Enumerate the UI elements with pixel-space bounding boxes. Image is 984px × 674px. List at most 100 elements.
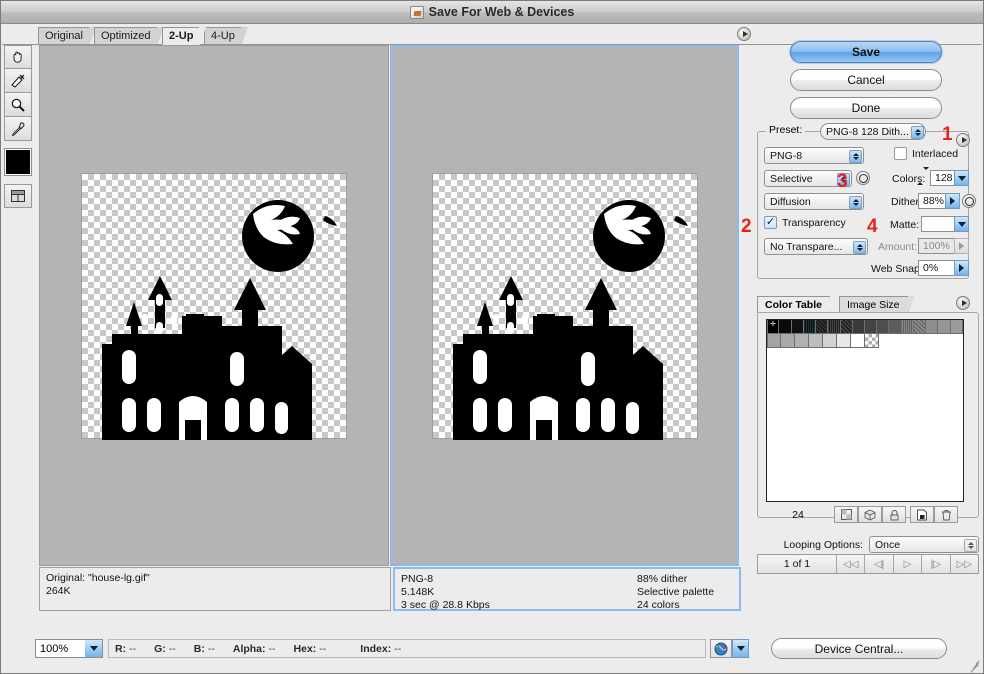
foreground-color-swatch[interactable] — [4, 148, 32, 176]
first-frame-button[interactable]: ◁◁ — [836, 555, 864, 573]
dither-field[interactable]: 88% — [918, 193, 946, 209]
color-swatch[interactable] — [913, 320, 927, 334]
color-swatch[interactable]: ✛ — [767, 320, 780, 334]
optimized-colors: 24 colors — [637, 599, 680, 611]
color-swatch[interactable] — [791, 320, 804, 334]
color-swatch[interactable] — [837, 334, 851, 348]
previous-frame-button[interactable]: ◁| — [864, 555, 892, 573]
color-swatch[interactable] — [779, 320, 792, 334]
preview-in-browser-button[interactable] — [710, 639, 732, 658]
readout-key-g: G: — [154, 642, 166, 655]
color-swatch[interactable] — [795, 334, 809, 348]
play-button[interactable]: ▷ — [892, 555, 921, 573]
dither-algorithm-dropdown[interactable]: Diffusion — [764, 193, 864, 210]
readout-key-hex: Hex: — [293, 642, 317, 655]
interlaced-checkbox-row[interactable]: Interlaced — [894, 147, 958, 160]
color-table-menu-button[interactable] — [956, 296, 970, 310]
color-swatch[interactable] — [877, 320, 890, 334]
file-format-stepper[interactable] — [849, 149, 862, 163]
color-swatch[interactable] — [901, 320, 914, 334]
looping-options-stepper[interactable] — [964, 538, 977, 552]
web-snap-slider-button[interactable] — [954, 260, 969, 276]
color-swatch[interactable] — [865, 320, 878, 334]
color-swatch[interactable] — [950, 320, 963, 334]
color-swatch[interactable] — [767, 334, 781, 348]
toggle-slices-visibility-button[interactable] — [4, 184, 32, 208]
colors-stepper[interactable] — [917, 167, 929, 186]
transparency-dither-stepper[interactable] — [853, 240, 866, 254]
matte-dropdown-button[interactable] — [954, 216, 969, 232]
color-swatch[interactable] — [938, 320, 951, 334]
haunted-house-artwork — [102, 199, 337, 440]
zoom-tool[interactable] — [4, 93, 32, 117]
dither-algorithm-stepper[interactable] — [849, 195, 862, 209]
tab-color-table[interactable]: Color Table — [757, 296, 837, 313]
file-format-dropdown[interactable]: PNG-8 — [764, 147, 864, 164]
color-swatch[interactable] — [828, 320, 841, 334]
preset-dropdown[interactable]: PNG-8 128 Dith... — [820, 123, 926, 140]
optimized-info-bar[interactable]: PNG-8 5.148K 3 sec @ 28.8 Kbps 88% dithe… — [393, 567, 741, 611]
tab-4-up[interactable]: 4-Up — [204, 27, 248, 46]
slice-select-tool[interactable] — [4, 69, 32, 93]
color-swatch[interactable] — [823, 334, 837, 348]
optimize-menu-button[interactable] — [956, 133, 970, 147]
color-swatch[interactable] — [816, 320, 829, 334]
color-swatch[interactable] — [781, 334, 795, 348]
next-frame-button[interactable]: |▷ — [921, 555, 949, 573]
map-to-web-safe-button[interactable] — [858, 506, 882, 523]
color-reduction-channel-button[interactable] — [856, 171, 870, 185]
color-swatch[interactable] — [803, 320, 817, 334]
color-swatch[interactable] — [889, 320, 902, 334]
zoom-level-combo[interactable]: 100% — [35, 639, 103, 658]
haunted-house-artwork-optimized — [452, 199, 688, 440]
color-swatch[interactable] — [926, 320, 939, 334]
device-central-button[interactable]: Device Central... — [771, 638, 947, 659]
preview-pane-original[interactable] — [39, 45, 389, 566]
chevron-down-icon — [736, 646, 745, 651]
transparency-checkbox[interactable]: ✓ — [764, 216, 777, 229]
map-to-transparent-button[interactable] — [834, 506, 858, 523]
looping-options-value: Once — [875, 538, 901, 551]
eyedropper-tool[interactable] — [4, 117, 32, 141]
preview-pane-optimized[interactable] — [390, 45, 739, 566]
panel-menu-button[interactable] — [737, 27, 751, 41]
looping-options-dropdown[interactable]: Once — [869, 536, 979, 553]
transparency-dither-value: No Transpare... — [770, 240, 843, 253]
done-button[interactable]: Done — [790, 97, 942, 119]
new-color-button[interactable] — [910, 506, 934, 523]
amount-slider-button — [954, 238, 969, 254]
hand-tool[interactable] — [4, 45, 32, 69]
save-button[interactable]: Save — [790, 41, 942, 63]
colors-field[interactable]: 128 — [930, 170, 956, 186]
color-swatch-grid[interactable]: ✛ — [766, 319, 964, 502]
color-swatch[interactable] — [851, 334, 865, 348]
color-swatch[interactable] — [840, 320, 853, 334]
transparency-dither-dropdown[interactable]: No Transpare... — [764, 238, 868, 255]
color-swatch[interactable] — [852, 320, 866, 334]
trash-icon — [941, 509, 951, 520]
transparency-checkbox-row[interactable]: ✓ Transparency — [764, 216, 846, 229]
dither-channel-button[interactable] — [962, 194, 976, 208]
optimization-settings-panel: Preset: PNG-8 128 Dith... PNG-8 Interlac… — [757, 123, 976, 279]
dither-slider-button[interactable] — [945, 193, 960, 209]
resize-grip[interactable] — [968, 658, 981, 673]
tab-2-up[interactable]: 2-Up — [162, 27, 207, 46]
lock-color-button[interactable] — [882, 506, 906, 523]
tab-image-size[interactable]: Image Size — [839, 296, 915, 313]
preview-in-browser-dropdown-button[interactable] — [732, 639, 749, 658]
color-swatch-transparent[interactable] — [865, 334, 879, 348]
matte-field[interactable] — [921, 216, 956, 232]
annotation-2: 2 — [741, 216, 752, 237]
colors-dropdown-button[interactable] — [954, 170, 969, 186]
web-snap-field[interactable]: 0% — [918, 260, 955, 276]
tab-original[interactable]: Original — [38, 27, 96, 46]
cancel-button[interactable]: Cancel — [790, 69, 942, 91]
delete-color-button[interactable] — [934, 506, 958, 523]
last-frame-button[interactable]: ▷▷ — [949, 555, 978, 573]
preset-stepper[interactable] — [911, 125, 924, 139]
zoom-level-dropdown-button[interactable] — [85, 640, 102, 657]
color-swatch[interactable] — [809, 334, 823, 348]
color-count: 24 — [792, 508, 804, 521]
interlaced-checkbox[interactable] — [894, 147, 907, 160]
tab-optimized[interactable]: Optimized — [94, 27, 164, 46]
